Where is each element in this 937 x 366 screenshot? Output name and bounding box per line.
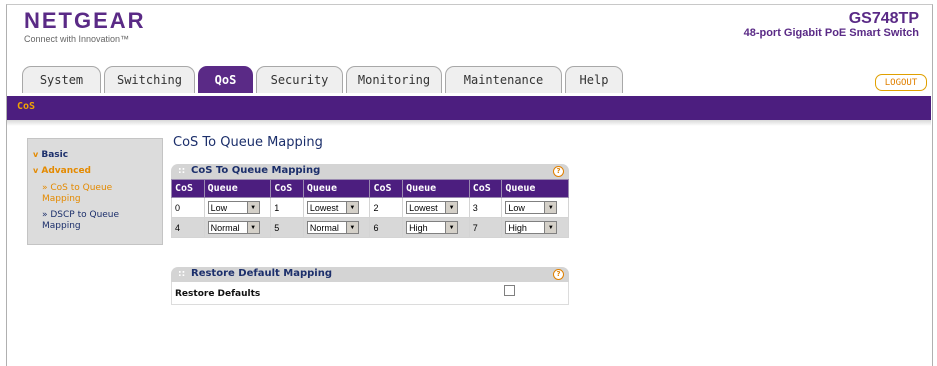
restore-defaults-checkbox[interactable]: [504, 285, 515, 296]
cos-value: 3: [468, 197, 503, 218]
chevron-down-icon: ▼: [345, 222, 358, 233]
panel-title: Restore Default Mapping: [191, 268, 332, 279]
queue-cell: Lowest ▼: [302, 197, 371, 218]
restore-defaults-row: Restore Defaults: [171, 282, 569, 305]
subnav-item-cos[interactable]: CoS: [17, 101, 35, 112]
queue-cell: Lowest ▼: [402, 197, 470, 218]
brand-tagline: Connect with Innovation™: [24, 34, 130, 44]
sub-navigation-bar: CoS: [7, 96, 931, 120]
tab-monitoring[interactable]: Monitoring: [346, 66, 442, 93]
queue-cell: Normal ▼: [302, 217, 371, 238]
cos-value: 6: [369, 217, 404, 238]
column-header: Queue: [501, 179, 569, 198]
product-info: GS748TP 48-port Gigabit PoE Smart Switch: [744, 10, 919, 39]
column-header: Queue: [203, 179, 272, 198]
chevron-down-icon: ▼: [445, 202, 458, 213]
cos-queue-table: CoS Queue CoS Queue CoS Queue CoS Queue …: [171, 179, 569, 238]
queue-select[interactable]: Lowest ▼: [406, 201, 459, 214]
queue-cell: High ▼: [501, 217, 569, 238]
table-row: 0 Low ▼ 1 Lowest ▼ 2 Lowest ▼ 3 Low ▼: [171, 197, 569, 218]
sidebar-item-basic[interactable]: v Basic: [33, 150, 68, 160]
brand-name: NETGEAR: [24, 8, 146, 33]
netgear-logo: NETGEAR Connect with Innovation™: [24, 8, 146, 45]
sidebar-item-label: Basic: [41, 150, 69, 160]
column-header: CoS: [369, 179, 404, 198]
queue-select-value: Lowest: [309, 202, 339, 213]
column-header: CoS: [468, 179, 503, 198]
panel-header: :: CoS To Queue Mapping ?: [171, 164, 569, 179]
queue-select[interactable]: High ▼: [406, 221, 459, 234]
chevron-down-icon: ▼: [544, 222, 557, 233]
tab-system[interactable]: System: [22, 66, 101, 93]
cos-value: 2: [369, 197, 404, 218]
restore-defaults-label: Restore Defaults: [175, 289, 261, 299]
chevron-down-icon: v: [33, 150, 39, 159]
column-header: Queue: [402, 179, 470, 198]
cos-value: 7: [468, 217, 503, 238]
queue-select-value: Low: [210, 202, 228, 213]
sidebar-item-dscp-to-queue[interactable]: » DSCP to Queue Mapping: [42, 210, 157, 232]
queue-select-value: Low: [508, 202, 525, 213]
chevron-down-icon: ▼: [246, 202, 259, 213]
tab-help[interactable]: Help: [565, 66, 623, 93]
queue-select-value: High: [508, 222, 527, 233]
logout-button[interactable]: LOGOUT: [875, 74, 927, 91]
queue-cell: Low ▼: [203, 197, 272, 218]
help-icon[interactable]: ?: [553, 166, 564, 177]
divider: [7, 120, 931, 126]
restore-panel: :: Restore Default Mapping ? Restore Def…: [171, 267, 569, 305]
column-header: CoS: [171, 179, 205, 198]
cos-value: 4: [171, 217, 205, 238]
grip-icon: ::: [178, 269, 186, 279]
panel-header: :: Restore Default Mapping ?: [171, 267, 569, 282]
product-model: GS748TP: [848, 10, 919, 27]
queue-cell: High ▼: [402, 217, 470, 238]
product-description: 48-port Gigabit PoE Smart Switch: [743, 27, 919, 39]
queue-select-value: Lowest: [409, 202, 438, 213]
tab-security[interactable]: Security: [256, 66, 343, 93]
chevron-down-icon: ▼: [445, 222, 458, 233]
table-row: 4 Normal ▼ 5 Normal ▼ 6 High ▼ 7 High ▼: [171, 217, 569, 238]
page-title: CoS To Queue Mapping: [173, 135, 323, 150]
cos-value: 5: [270, 217, 304, 238]
panel-title: CoS To Queue Mapping: [191, 165, 321, 176]
grip-icon: ::: [178, 166, 186, 176]
queue-select-value: High: [409, 222, 428, 233]
help-icon[interactable]: ?: [553, 269, 564, 280]
queue-select-value: Normal: [210, 222, 240, 233]
sidebar-item-cos-to-queue[interactable]: » CoS to Queue Mapping: [42, 183, 152, 205]
queue-cell: Normal ▼: [203, 217, 272, 238]
queue-select[interactable]: Low ▼: [207, 201, 260, 214]
queue-select[interactable]: Lowest ▼: [306, 201, 359, 214]
tab-qos[interactable]: QoS: [198, 66, 253, 93]
queue-select-value: Normal: [309, 222, 339, 233]
chevron-down-icon: ▼: [345, 202, 358, 213]
queue-select[interactable]: High ▼: [505, 221, 558, 234]
sidebar: v Basic v Advanced » CoS to Queue Mappin…: [27, 138, 163, 245]
queue-cell: Low ▼: [501, 197, 569, 218]
chevron-down-icon: v: [33, 166, 39, 175]
sidebar-item-label: Advanced: [41, 166, 91, 176]
tab-switching[interactable]: Switching: [104, 66, 195, 93]
cos-value: 0: [171, 197, 205, 218]
column-header: Queue: [302, 179, 371, 198]
sidebar-item-advanced[interactable]: v Advanced: [33, 166, 91, 176]
queue-select[interactable]: Normal ▼: [306, 221, 359, 234]
cos-panel: :: CoS To Queue Mapping ? CoS Queue CoS …: [171, 164, 569, 238]
tab-maintenance[interactable]: Maintenance: [445, 66, 562, 93]
queue-select[interactable]: Normal ▼: [207, 221, 260, 234]
column-header: CoS: [270, 179, 304, 198]
queue-select[interactable]: Low ▼: [505, 201, 558, 214]
chevron-down-icon: ▼: [246, 222, 259, 233]
cos-value: 1: [270, 197, 304, 218]
chevron-down-icon: ▼: [544, 202, 557, 213]
main-tabs: System Switching QoS Security Monitoring…: [22, 66, 626, 94]
table-header-row: CoS Queue CoS Queue CoS Queue CoS Queue: [171, 179, 569, 198]
